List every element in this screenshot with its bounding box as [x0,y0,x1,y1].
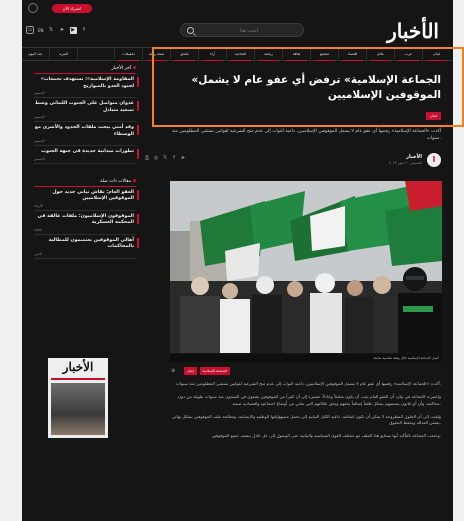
article-paragraph: ولفتت إلى أن الحلول المطروحة لا يمكن أن … [171,413,441,426]
accent-bar [137,237,139,248]
accent-bar [137,77,139,87]
author-name[interactable]: الأخبار [406,154,422,160]
list-item-title[interactable]: «المقاومة الإسلامية»: نستهدف تجمعات لجنو… [34,77,134,90]
accent-bar [137,213,139,224]
nav-item[interactable]: تحقيقات [114,48,142,61]
search-input[interactable] [201,26,297,35]
article-photo [170,181,442,353]
article-paragraph: وختمت الجماعة بالتأكيد أنها ستتابع هذا ا… [211,433,441,439]
list-item-date: الثلاثاء [34,227,43,232]
photo-caption: أنصار الجماعة الإسلامية خلال وقفة تضامني… [170,354,442,362]
language-switch[interactable]: EN [38,28,44,33]
list-item-title[interactable]: أهالي الموقوفين يعتصمون للمطالبة بالمحاك… [34,238,134,251]
latest-news-title: آخر الأخبار [111,66,131,71]
list-item[interactable]: عدوان متواصل على الجنوب اللبناني وسط تصع… [34,98,139,122]
list-item-title[interactable]: عدوان متواصل على الجنوب اللبناني وسط تصع… [34,101,134,114]
sidebar: آخر الأخبار «المقاومة الإسلامية»: نستهدف… [34,63,139,513]
thumbnail-photo [51,383,105,435]
telegram-icon[interactable]: ➤ [59,27,66,34]
search-box [180,23,304,37]
list-item-date: الخميس [34,115,45,119]
tag-item[interactable]: الجماعة الإسلامية [199,367,231,375]
x-twitter-icon[interactable]: 𝕏 [48,27,55,34]
dot-icon [133,178,136,182]
list-item-date: الخميس [34,139,45,143]
print-icon[interactable]: ⎙ [144,155,150,161]
photo-illustration [170,181,442,353]
article-paragraph: أكدت «الجماعة الإسلامية» رفضها أي عفو عا… [175,381,441,386]
site-header: ▫ EN 𝕏 ➤ ▶ f الأخبار [22,16,453,46]
nav-item-more[interactable]: المزيد [50,48,78,61]
facebook-icon[interactable]: f [81,27,88,34]
accent-bar [137,189,139,200]
related-title: مقالات ذات صلة [100,178,131,184]
tag-list: لبنان الجماعة الإسلامية [184,367,231,375]
article-body: أكدت «الجماعة الإسلامية» رفضها أي عفو عا… [169,381,441,447]
list-item-date: الاثنين [34,251,42,256]
subscribe-button[interactable]: اشترك الآن [52,4,92,13]
tag-item[interactable]: لبنان [184,367,197,375]
accent-bar [137,125,139,135]
author-row: ا الأخبار الخميس ٢٠ تموز ٢٠٢٣ [159,153,441,169]
list-item-title[interactable]: العفو العام: نقاش نيابي جديد حول الموقوف… [34,190,134,203]
nav-item-today-issue[interactable]: عدد اليوم [22,48,50,61]
title-highlight-box [152,47,464,127]
accent-bar [137,101,139,111]
list-item-date: الخميس [34,156,45,161]
author-logo-icon[interactable]: ا [427,153,441,167]
related-heading: مقالات ذات صلة [34,176,136,187]
list-item[interactable]: تطورات ميدانية جديدة في جبهة الجنوب الخمي… [34,146,139,164]
list-item-date: الأربعاء [34,203,44,208]
list-item[interactable]: وفد أمني يبحث ملفات الحدود والأسرى مع ال… [34,122,139,146]
top-bar: اشترك الآن [22,0,453,16]
article: «الجماعة الإسلامية» ترفض أي عفو عام لا ي… [144,61,449,521]
list-item[interactable]: الموقوفون الإسلاميون: ملفات عالقة في الم… [34,211,139,235]
list-item-title[interactable]: وفد أمني يبحث ملفات الحدود والأسرى مع ال… [34,125,134,138]
accent-bar [137,149,139,159]
article-lead: أكدت «الجماعة الإسلامية» رفضها أي عفو عا… [171,129,441,141]
publish-date: الخميس ٢٠ تموز ٢٠٢٣ [389,161,422,165]
print-edition-thumbnail[interactable]: الأخبار [48,358,108,438]
thumbnail-band [51,378,105,380]
list-item[interactable]: العفو العام: نقاش نيابي جديد حول الموقوف… [34,187,139,211]
user-avatar-icon[interactable] [28,3,38,13]
bell-icon[interactable]: ▫ [26,26,34,34]
article-paragraph: واعتبرت الجماعة في بيان، أن العفو العام … [178,394,441,406]
list-item-title[interactable]: تطورات ميدانية جديدة في جبهة الجنوب [34,149,134,156]
search-icon[interactable] [187,27,194,34]
list-item-title[interactable]: الموقوفون الإسلاميون: ملفات عالقة في الم… [34,214,135,227]
youtube-icon[interactable]: ▶ [69,26,77,34]
site-logo[interactable]: الأخبار [387,19,440,43]
dot-icon [133,66,136,69]
list-item[interactable]: «المقاومة الإسلامية»: نستهدف تجمعات لجنو… [34,74,139,98]
latest-news-heading: آخر الأخبار [34,63,136,74]
font-size-icon[interactable]: ⊕ [171,368,177,374]
thumbnail-logo: الأخبار [62,360,94,374]
nav-secondary: عدد اليوم المزيد [22,48,78,61]
social-links: ▫ EN 𝕏 ➤ ▶ f [26,25,88,35]
list-item[interactable]: أهالي الموقوفين يعتصمون للمطالبة بالمحاك… [34,235,139,259]
list-item-date: الخميس [34,91,45,95]
